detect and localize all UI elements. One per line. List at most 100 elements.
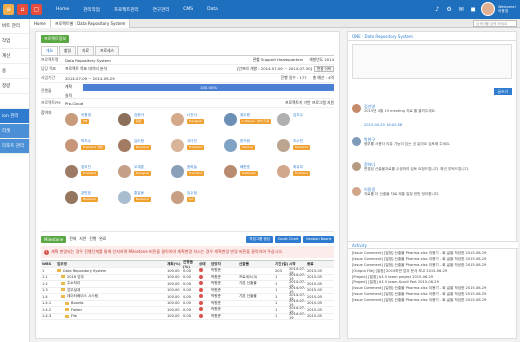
col-wbs[interactable]: WBS <box>41 262 55 266</box>
col-owner[interactable]: 담당자 <box>209 262 239 267</box>
task-name[interactable]: 업무설계 <box>67 288 80 292</box>
col-start[interactable]: 시작 <box>289 262 307 267</box>
col-progress[interactable]: 진행율(%) <box>183 260 199 269</box>
table-cell: 기본 산출물 <box>239 294 257 299</box>
nav-projects[interactable]: 프로젝트관리 <box>114 7 139 13</box>
subtab-overview[interactable]: 개요 <box>41 46 58 55</box>
activity-item[interactable]: [Issue Comment] [일정] 산출물 Pharma.xlsx 이용기… <box>352 298 512 302</box>
task-name[interactable]: Boards <box>71 301 83 305</box>
menu-icon[interactable]: ≡ <box>3 4 14 15</box>
member-card[interactable]: 김도현 Backend <box>118 138 170 154</box>
member-card[interactable]: 김지수 <box>277 112 329 128</box>
settings-icon[interactable]: ⚙ <box>445 5 453 13</box>
post-button[interactable]: 글쓰기 <box>493 88 512 95</box>
member-card[interactable]: 윤하늘 Frontend <box>171 164 223 180</box>
table-cell <box>199 307 209 312</box>
member-card[interactable]: 오세훈 Designer <box>118 164 170 180</box>
task-name[interactable]: Data Repository System <box>63 269 106 273</box>
create-group-button[interactable]: 작업그룹 생성 <box>246 235 273 243</box>
col-output[interactable]: 산출물 <box>239 262 275 267</box>
nav-home[interactable]: Home <box>56 7 69 13</box>
member-card[interactable]: 이용경 PM <box>65 112 117 128</box>
member-role: 1 Player - 부서 기획 <box>240 119 272 124</box>
home-icon[interactable]: ⌂ <box>17 4 28 15</box>
avatar[interactable] <box>481 2 496 16</box>
milestone-button[interactable]: Milestone <box>41 235 67 243</box>
task-name[interactable]: Folder <box>71 308 82 312</box>
col-status[interactable]: 상태 <box>199 262 209 267</box>
table-cell: Boards <box>55 301 167 305</box>
gantt-chart-button[interactable]: Gantt Chart <box>274 235 302 243</box>
activity-item[interactable]: [Issue Comment] [일정] 산출물 Pharma.xlsx 이용기… <box>352 286 512 290</box>
kanban-board-button[interactable]: Kanban Board <box>303 235 334 243</box>
feed-item[interactable]: 김선영 2015년 4월 19 meeting 자료 를 올려주세요. 2015-0… <box>352 104 512 134</box>
sidebar-item-0[interactable]: 버트 관리 <box>0 19 29 34</box>
change-history-button[interactable]: 변경 이력 <box>314 66 334 72</box>
mail-icon[interactable]: ✉ <box>457 5 465 13</box>
tab-home[interactable]: Home <box>30 18 51 28</box>
table-cell: 박원준 <box>211 313 221 318</box>
filter-progress[interactable]: 진행 <box>89 236 96 242</box>
activity-item[interactable]: [Project] [일정] A3.5 team project 2015-06… <box>352 275 512 279</box>
member-name: 임수정 <box>187 191 197 195</box>
col-days[interactable]: 기간(일) <box>275 262 289 267</box>
logout-icon[interactable]: ◼ <box>469 5 477 13</box>
folder-icon[interactable]: ▢ <box>31 4 42 15</box>
nav-work[interactable]: 관리작업 <box>83 7 100 13</box>
sidebar-item-7[interactable]: 리셋 <box>0 124 29 139</box>
activity-item[interactable]: [Issue Comment] [일정] 산출물 Pharma.xlsx 이용기… <box>352 251 512 255</box>
feed-item[interactable]: 정하다 변경된 산출물자료를 수정하여 검토 요청드립니다. 확인 부탁드립니다. <box>352 162 512 184</box>
feed-item[interactable]: 이용경 자료를 더 산출물 자료 제출 일정 한번 정리합니다. <box>352 187 512 209</box>
member-card[interactable]: 박지수 Frontend 개발 <box>65 138 117 154</box>
member-card[interactable]: 서다인 Frontend <box>171 138 223 154</box>
activity-item[interactable]: [Output File] [일정] 2015하반 업무 문서 보고 2015-… <box>352 269 512 273</box>
member-card[interactable]: 배준호 Publisher <box>224 164 276 180</box>
subtab-process[interactable]: 프로세스 <box>95 46 119 55</box>
nav-cms[interactable]: CMS <box>183 7 193 13</box>
task-name[interactable]: 주소처리 <box>67 281 80 285</box>
member-card[interactable]: 나진사 Designer <box>171 112 223 128</box>
sidebar-item-2[interactable]: 계산 <box>0 49 29 64</box>
post-textarea[interactable] <box>352 44 512 79</box>
top-nav: Home 관리작업 프로젝트관리 연구관리 CMS Data <box>56 7 232 13</box>
task-name[interactable]: 2016 업무 <box>67 275 84 279</box>
col-task[interactable]: 업무명 <box>55 262 167 267</box>
nav-research[interactable]: 연구관리 <box>153 7 170 13</box>
member-card[interactable]: 김윤아 팀장 <box>118 112 170 128</box>
member-card[interactable]: 홍길동 Backend <box>118 190 170 206</box>
search-input[interactable]: 검색어를 입력 하세요 <box>473 20 517 27</box>
user-name[interactable]: Welcome! 이용경 <box>498 5 516 14</box>
bell-icon[interactable]: ♪ <box>433 5 441 13</box>
member-card[interactable]: 정두원 1 Player - 부서 기획 <box>224 112 276 128</box>
nav-data[interactable]: Data <box>207 7 218 13</box>
filter-delay[interactable]: 지연 <box>79 236 86 242</box>
task-name[interactable]: File <box>71 314 77 318</box>
member-card[interactable]: 임수정 QA <box>171 190 223 206</box>
sidebar-item-4[interactable]: 정량 <box>0 79 29 94</box>
sidebar-item-1[interactable]: 작업 <box>0 34 29 49</box>
subtab-files[interactable]: 자료 <box>77 46 94 55</box>
member-card[interactable]: 한가람 Planner <box>224 138 276 154</box>
activity-item[interactable]: [Issue Comment] [일정] 산출물 Pharma.xlsx 이용기… <box>352 257 512 261</box>
activity-item[interactable]: [Project] [일정] A3.5 team-Scroll Part 201… <box>352 280 512 284</box>
task-name[interactable]: 데이터베이스 시스템 <box>67 294 98 298</box>
filter-done[interactable]: 완료 <box>99 236 106 242</box>
member-card[interactable]: 강민호 Backend <box>65 190 117 206</box>
member-card[interactable]: 조수빈 Backend <box>277 138 329 154</box>
sidebar-item-6[interactable]: ion 관리 <box>0 109 29 124</box>
sidebar-item-5[interactable] <box>0 94 29 109</box>
filter-all[interactable]: 전체 <box>69 236 76 242</box>
col-end[interactable]: 종료 <box>307 262 327 267</box>
subtab-todo[interactable]: 할일 <box>59 46 76 55</box>
tab-project[interactable]: 프로젝트별 : Data Repository System <box>50 18 131 28</box>
member-card[interactable]: 장우진 Frontend <box>65 164 117 180</box>
activity-item[interactable]: [Issue Comment] [일정] 산출물 Pharma.xlsx 이용기… <box>352 263 512 267</box>
member-card[interactable]: 최유리 Frontend <box>277 164 329 180</box>
feed-item[interactable]: 박현구 첨부를 사용자 리뷰 기능이 있는 것 같아요 검토해 주세요. <box>352 137 512 159</box>
member-avatar <box>65 191 78 204</box>
sidebar-item-8[interactable]: 리포트 관리 <box>0 139 29 154</box>
table-row[interactable]: 1.4.3 File 100.00 0.00 박원준 1 2014-07-19 2015-05 <box>41 312 334 320</box>
sidebar-item-3[interactable]: 용 <box>0 64 29 79</box>
activity-item[interactable]: [Issue Comment] [일정] 산출물 Pharma.xlsx 이용기… <box>352 292 512 296</box>
col-plan[interactable]: 계획(%) <box>167 262 183 267</box>
